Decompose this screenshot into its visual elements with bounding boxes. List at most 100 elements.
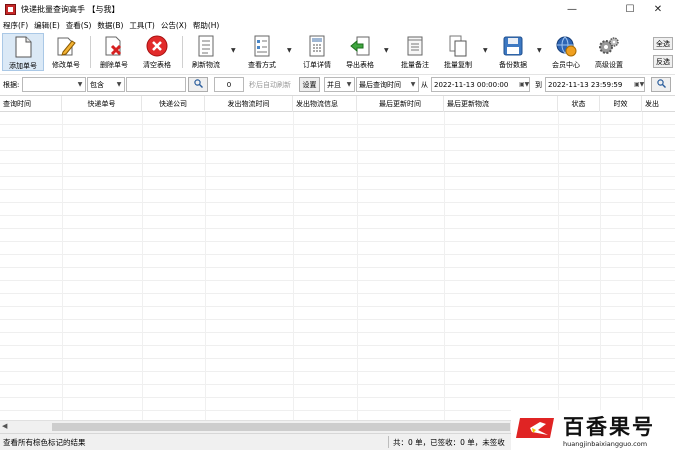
notes-icon <box>404 35 426 57</box>
menu-help[interactable]: 帮助(H) <box>190 20 223 31</box>
edit-pencil-icon <box>55 35 77 57</box>
to-datetime-picker[interactable]: 2022-11-13 23:59:59 ▣▼ <box>545 77 645 92</box>
watermark-url: huangjinbaixiangguo.com <box>563 440 648 448</box>
title-bar: 快递批量查询高手 【与我】 — ☐ ✕ <box>0 0 675 19</box>
column-timeliness[interactable]: 时效 <box>600 96 642 112</box>
scrollbar-thumb[interactable] <box>52 423 510 431</box>
checklist-icon <box>251 35 273 57</box>
filter-bar: 根据: ▼ 包含 ▼ 0 秒后自动刷新 设置 并且 ▼ 最后查询时间 ▼ 从 2… <box>0 74 675 94</box>
from-datetime-picker[interactable]: 2022-11-13 00:00:00 ▣▼ <box>431 77 530 92</box>
clear-table-button[interactable]: 清空表格 <box>137 33 177 71</box>
filter-settings-button[interactable]: 设置 <box>299 77 320 92</box>
select-all-button[interactable]: 全选 <box>653 37 673 50</box>
backup-data-button[interactable]: 备份数据 <box>493 33 533 71</box>
floppy-disk-icon <box>502 35 524 57</box>
filter-match-select[interactable]: 包含 ▼ <box>87 77 125 92</box>
column-query-time[interactable]: 查询时间 <box>0 96 62 112</box>
column-divider <box>600 112 601 420</box>
filter-label: 根据: <box>3 80 20 89</box>
view-mode-dropdown-arrow-icon[interactable]: ▼ <box>287 47 292 54</box>
column-divider <box>142 112 143 420</box>
keyword-input[interactable] <box>126 77 186 92</box>
calendar-dropdown-icon: ▣▼ <box>519 81 530 88</box>
backup-dropdown-arrow-icon[interactable]: ▼ <box>537 47 542 54</box>
time-field-select[interactable]: 最后查询时间 ▼ <box>356 77 419 92</box>
invert-selection-button[interactable]: 反选 <box>653 55 673 68</box>
column-dispatch-time[interactable]: 发出物流时间 <box>205 96 293 112</box>
column-divider <box>293 112 294 420</box>
minimize-button[interactable]: — <box>557 0 587 19</box>
menu-edit[interactable]: 编辑(E) <box>31 20 63 31</box>
batch-copy-button[interactable]: 批量复制 <box>438 33 478 71</box>
export-arrow-icon <box>349 35 371 57</box>
column-dispatch-more[interactable]: 发出 <box>642 96 675 112</box>
export-dropdown-arrow-icon[interactable]: ▼ <box>384 47 389 54</box>
chevron-down-icon: ▼ <box>410 81 416 88</box>
menu-program[interactable]: 程序(F) <box>0 20 31 31</box>
filter-search-button[interactable] <box>188 77 208 92</box>
search-icon <box>193 79 203 90</box>
chevron-down-icon: ▼ <box>346 81 352 88</box>
new-document-icon <box>12 36 34 58</box>
status-divider <box>388 436 389 448</box>
batch-copy-dropdown-arrow-icon[interactable]: ▼ <box>483 47 488 54</box>
watermark: 百香果号 huangjinbaixiangguo.com <box>511 410 675 450</box>
column-divider <box>205 112 206 420</box>
refresh-list-icon <box>195 35 217 57</box>
auto-refresh-label: 秒后自动刷新 <box>249 80 291 89</box>
column-dispatch-info[interactable]: 发出物流信息 <box>293 96 357 112</box>
calendar-dropdown-icon: ▣▼ <box>634 81 645 88</box>
toolbar-separator <box>90 36 91 68</box>
column-last-update-time[interactable]: 最后更新时间 <box>357 96 444 112</box>
results-table[interactable]: 查询时间 快递单号 快递公司 发出物流时间 发出物流信息 最后更新时间 最后更新… <box>0 95 675 420</box>
menu-view[interactable]: 查看(S) <box>63 20 95 31</box>
delete-document-icon <box>103 35 125 57</box>
gears-icon <box>598 35 620 57</box>
chevron-down-icon: ▼ <box>77 81 83 88</box>
column-last-update-info[interactable]: 最后更新物流 <box>444 96 558 112</box>
refresh-dropdown-arrow-icon[interactable]: ▼ <box>231 47 236 54</box>
calculator-icon <box>306 35 328 57</box>
clear-x-circle-icon <box>146 35 168 57</box>
table-header: 查询时间 快递单号 快递公司 发出物流时间 发出物流信息 最后更新时间 最后更新… <box>0 96 675 112</box>
column-divider <box>558 112 559 420</box>
add-number-button[interactable]: 添加单号 <box>2 33 44 71</box>
date-search-button[interactable] <box>651 77 671 92</box>
column-divider <box>62 112 63 420</box>
batch-note-button[interactable]: 批量备注 <box>395 33 435 71</box>
toolbar-separator <box>182 36 183 68</box>
scroll-left-icon[interactable]: ◀ <box>2 422 7 430</box>
advanced-settings-button[interactable]: 高级设置 <box>589 33 629 71</box>
export-table-button[interactable]: 导出表格 <box>340 33 380 71</box>
column-status[interactable]: 状态 <box>558 96 600 112</box>
edit-number-button[interactable]: 修改单号 <box>46 33 86 71</box>
maximize-button[interactable]: ☐ <box>615 0 645 19</box>
menu-tools[interactable]: 工具(T) <box>126 20 157 31</box>
column-courier[interactable]: 快递公司 <box>142 96 205 112</box>
column-divider <box>444 112 445 420</box>
menu-bar: 程序(F) 编辑(E) 查看(S) 数据(B) 工具(T) 公告(X) 帮助(H… <box>0 19 675 32</box>
view-mode-button[interactable]: 查看方式 <box>241 33 283 71</box>
filter-field-select[interactable]: ▼ <box>22 77 86 92</box>
app-icon <box>5 4 16 15</box>
menu-data[interactable]: 数据(B) <box>94 20 126 31</box>
status-message: 查看所有棕色标记的结果 <box>3 438 86 447</box>
toolbar: 添加单号 修改单号 删除单号 清空表格 刷新物流 ▼ 查看方式 ▼ 订单详情 导… <box>0 32 675 74</box>
order-detail-button[interactable]: 订单详情 <box>297 33 337 71</box>
column-tracking-number[interactable]: 快递单号 <box>62 96 142 112</box>
from-label: 从 <box>421 80 428 89</box>
member-center-button[interactable]: 会员中心 <box>545 33 587 71</box>
watermark-name: 百香果号 <box>563 415 655 439</box>
window-title: 快递批量查询高手 【与我】 <box>21 5 120 14</box>
to-label: 到 <box>535 80 542 89</box>
column-divider <box>642 112 643 420</box>
close-button[interactable]: ✕ <box>643 0 673 19</box>
menu-notice[interactable]: 公告(X) <box>158 20 190 31</box>
refresh-logistics-button[interactable]: 刷新物流 <box>186 33 226 71</box>
delete-number-button[interactable]: 删除单号 <box>94 33 134 71</box>
chevron-down-icon: ▼ <box>116 81 122 88</box>
column-divider <box>357 112 358 420</box>
copy-document-icon <box>447 35 469 57</box>
refresh-interval-input[interactable]: 0 <box>214 77 244 92</box>
logic-select[interactable]: 并且 ▼ <box>324 77 355 92</box>
